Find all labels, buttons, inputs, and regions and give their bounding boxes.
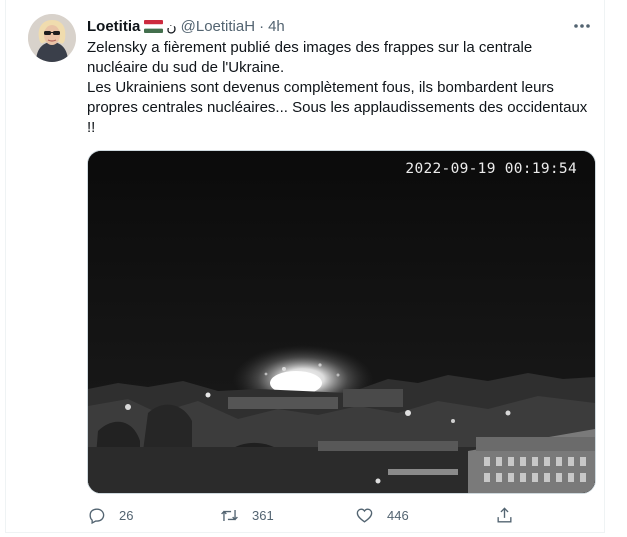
tweet-text-line: propres centrales nucléaires... Sous les… (87, 99, 588, 116)
avatar-image (28, 14, 76, 62)
header-separator: · (259, 17, 265, 35)
like-count: 446 (387, 507, 409, 523)
more-icon (574, 24, 590, 28)
share-icon (497, 506, 512, 523)
tweet-text: Zelensky a fièrement publié des images d… (87, 38, 602, 138)
avatar[interactable] (28, 14, 76, 62)
reply-button[interactable]: 26 (87, 506, 133, 525)
retweet-count: 361 (252, 507, 274, 523)
tweet-actions: 26 361 446 (87, 502, 527, 528)
author-handle[interactable]: @LoetitiaH (181, 18, 255, 35)
tweet-text-line: Les Ukrainiens sont devenus complètement… (87, 79, 554, 96)
like-button[interactable]: 446 (355, 506, 409, 525)
share-button[interactable] (495, 506, 514, 525)
reply-count: 26 (119, 507, 134, 523)
reply-icon (89, 507, 105, 524)
tweet-header: Loetitia ن @LoetitiaH · 4h (87, 15, 584, 37)
tweet-text-line: nucléaire du sud de l'Ukraine. (87, 59, 285, 76)
tweet-time[interactable]: 4h (268, 18, 285, 35)
more-options-button[interactable] (568, 12, 596, 40)
night-explosion-image (88, 151, 595, 493)
like-icon (356, 507, 373, 523)
tweet-card[interactable]: Loetitia ن @LoetitiaH · 4h Zelensky a fi… (5, 0, 605, 533)
video-timestamp: 2022-09-19 00:19:54 (405, 161, 577, 177)
tweet-text-line: !! (87, 119, 96, 136)
hungary-flag-icon (144, 19, 164, 33)
arabic-letter-mark: ن (166, 17, 177, 34)
retweet-button[interactable]: 361 (220, 506, 274, 525)
tweet-text-line: Zelensky a fièrement publié des images d… (87, 39, 533, 56)
tweet-media-video[interactable]: 2022-09-19 00:19:54 (87, 150, 596, 494)
author-name[interactable]: Loetitia (87, 18, 140, 35)
retweet-icon (221, 509, 238, 521)
